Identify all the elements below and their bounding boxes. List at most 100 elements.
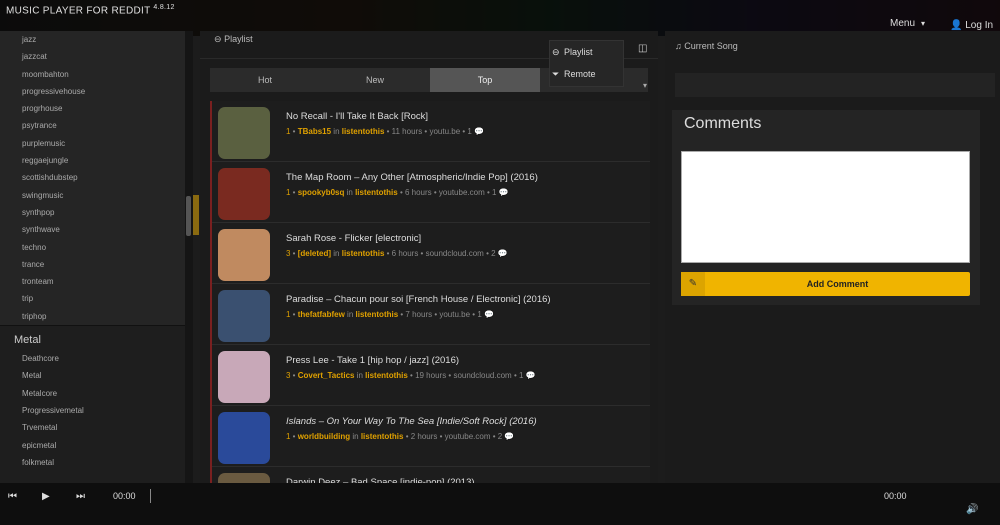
- song-meta: 1 • spookyb0sq in listentothis • 6 hours…: [286, 188, 509, 197]
- sidebar-item-jazzcat[interactable]: jazzcat: [0, 48, 185, 65]
- comments-box: Comments ✎ Add Comment: [672, 110, 980, 305]
- next-icon[interactable]: ⏭: [76, 491, 85, 502]
- music-note-icon: ♫: [675, 41, 682, 51]
- song-meta: 1 • TBabs15 in listentothis • 11 hours •…: [286, 127, 485, 136]
- song-subreddit[interactable]: listentothis: [342, 249, 385, 258]
- song-title: Sarah Rose - Flicker [electronic]: [286, 233, 422, 244]
- popup-playlist-option[interactable]: ⊖ Playlist: [550, 41, 623, 63]
- login-button[interactable]: 👤 Log In: [950, 20, 993, 31]
- tab-top[interactable]: Top: [430, 68, 540, 92]
- current-song-label: ♫ Current Song: [675, 41, 738, 51]
- song-thumbnail: [218, 229, 270, 281]
- sidebar-item-psytrance[interactable]: psytrance: [0, 117, 185, 134]
- volume-icon[interactable]: 🔊: [966, 504, 978, 515]
- sidebar-scrollbar[interactable]: [185, 31, 193, 483]
- add-comment-button[interactable]: ✎ Add Comment: [681, 272, 970, 296]
- song-row[interactable]: Sarah Rose - Flicker [electronic] 3 • [de…: [212, 223, 650, 284]
- sidebar-item-moombahton[interactable]: moombahton: [0, 66, 185, 83]
- song-score: 1: [286, 432, 291, 441]
- current-song-bar: [675, 73, 995, 97]
- comments-title: Comments: [684, 115, 762, 132]
- song-thumbnail: [218, 168, 270, 220]
- song-age: 2 hours: [410, 432, 438, 441]
- sidebar-item-metal[interactable]: Metal: [0, 367, 185, 384]
- sidebar-item-progrhouse[interactable]: progrhouse: [0, 100, 185, 117]
- song-user[interactable]: spookyb0sq: [298, 188, 345, 197]
- sidebar-item-scottishdubstep[interactable]: scottishdubstep: [0, 169, 185, 186]
- song-thumbnail: [218, 473, 270, 483]
- link-icon: ⊖: [552, 47, 560, 57]
- song-thumbnail: [218, 412, 270, 464]
- song-subreddit[interactable]: listentothis: [342, 127, 385, 136]
- sidebar-item-purplemusic[interactable]: purplemusic: [0, 135, 185, 152]
- genre-group-top: jazz jazzcat moombahton progressivehouse pro…: [0, 31, 185, 327]
- song-comment-count: 1: [467, 127, 472, 136]
- comment-icon: 💬: [498, 188, 509, 197]
- song-score: 1: [286, 310, 291, 319]
- song-title: The Map Room – Any Other [Atmospheric/In…: [286, 172, 538, 183]
- sidebar-item-swingmusic[interactable]: swingmusic: [0, 187, 185, 204]
- song-subreddit[interactable]: listentothis: [356, 310, 399, 319]
- sidebar-item-folkmetal[interactable]: folkmetal: [0, 454, 185, 471]
- song-age: 11 hours: [391, 127, 423, 136]
- menu-button[interactable]: Menu ▾: [890, 18, 925, 29]
- sidebar-item-epicmetal[interactable]: epicmetal: [0, 437, 185, 454]
- song-subreddit[interactable]: listentothis: [355, 188, 398, 197]
- sidebar-item-trance[interactable]: trance: [0, 256, 185, 273]
- song-row[interactable]: Paradise – Chacun pour soi [French House…: [212, 284, 650, 345]
- metal-header[interactable]: Metal: [0, 326, 185, 350]
- comment-icon: 💬: [504, 432, 515, 441]
- playlist-label: ⊖ Playlist: [214, 34, 253, 44]
- song-age: 6 hours: [404, 188, 432, 197]
- sidebar-item-techno[interactable]: techno: [0, 239, 185, 256]
- comment-icon: 💬: [497, 249, 508, 258]
- sidebar-item-tronteam[interactable]: tronteam: [0, 273, 185, 290]
- song-comment-count: 1: [477, 310, 482, 319]
- song-comment-count: 1: [491, 188, 497, 197]
- song-score: 3: [286, 249, 291, 258]
- song-row[interactable]: Darwin Deez – Bad Space [indie-pop] (201…: [212, 467, 650, 483]
- song-age: 6 hours: [391, 249, 419, 258]
- previous-icon[interactable]: ⏮: [8, 491, 17, 502]
- song-domain: soundcloud.com: [453, 371, 512, 380]
- playlist-scrollbar[interactable]: [193, 195, 199, 235]
- sidebar-item-synthwave[interactable]: synthwave: [0, 221, 185, 238]
- song-row[interactable]: The Map Room – Any Other [Atmospheric/In…: [212, 162, 650, 223]
- song-row[interactable]: No Recall - I'll Take It Back [Rock] 1 • …: [212, 101, 650, 162]
- song-subreddit[interactable]: listentothis: [365, 371, 408, 380]
- sidebar-item-triphop[interactable]: triphop: [0, 308, 185, 325]
- play-icon[interactable]: ▶: [42, 491, 50, 502]
- song-meta: 3 • [deleted] in listentothis • 6 hours …: [286, 249, 508, 258]
- song-title: Press Lee - Take 1 [hip hop / jazz] (201…: [286, 355, 460, 366]
- song-subreddit[interactable]: listentothis: [361, 432, 404, 441]
- song-user[interactable]: [deleted]: [298, 249, 331, 258]
- sidebar-item-reggaejungle[interactable]: reggaejungle: [0, 152, 185, 169]
- progress-bar[interactable]: [150, 489, 151, 503]
- song-user[interactable]: Covert_Tactics: [298, 371, 355, 380]
- comment-input[interactable]: [681, 151, 970, 263]
- song-age: 19 hours: [415, 371, 447, 380]
- song-user[interactable]: worldbuilding: [298, 432, 350, 441]
- song-user[interactable]: thefatfabfew: [298, 310, 345, 319]
- sidebar-item-jazz[interactable]: jazz: [0, 31, 185, 48]
- sidebar-item-trip[interactable]: trip: [0, 290, 185, 307]
- caret-down-icon[interactable]: ▾: [643, 81, 647, 90]
- song-row[interactable]: Islands – On Your Way To The Sea [Indie/…: [212, 406, 650, 467]
- sidebar-item-synthpop[interactable]: synthpop: [0, 204, 185, 221]
- tab-hot[interactable]: Hot: [210, 68, 320, 92]
- sidebar-item-progressivehouse[interactable]: progressivehouse: [0, 83, 185, 100]
- sidebar-item-progressivemetal[interactable]: Progressivemetal: [0, 402, 185, 419]
- playlist-panel: ⊖ Playlist ◫ Hot New Top ▾ No Recall - I…: [200, 31, 658, 483]
- expand-icon[interactable]: ◫: [638, 43, 647, 54]
- song-title: Islands – On Your Way To The Sea [Indie/…: [286, 416, 537, 427]
- tab-new[interactable]: New: [320, 68, 430, 92]
- sidebar-item-metalcore[interactable]: Metalcore: [0, 385, 185, 402]
- chevron-down-icon: ▾: [921, 19, 926, 28]
- popup-remote-option[interactable]: ⏷ Remote: [550, 63, 623, 85]
- link-icon: ⊖: [214, 34, 222, 44]
- song-age: 7 hours: [405, 310, 433, 319]
- sidebar-item-trvemetal[interactable]: Trvemetal: [0, 419, 185, 436]
- sidebar-item-deathcore[interactable]: Deathcore: [0, 350, 185, 367]
- song-user[interactable]: TBabs15: [298, 127, 331, 136]
- song-row[interactable]: Press Lee - Take 1 [hip hop / jazz] (201…: [212, 345, 650, 406]
